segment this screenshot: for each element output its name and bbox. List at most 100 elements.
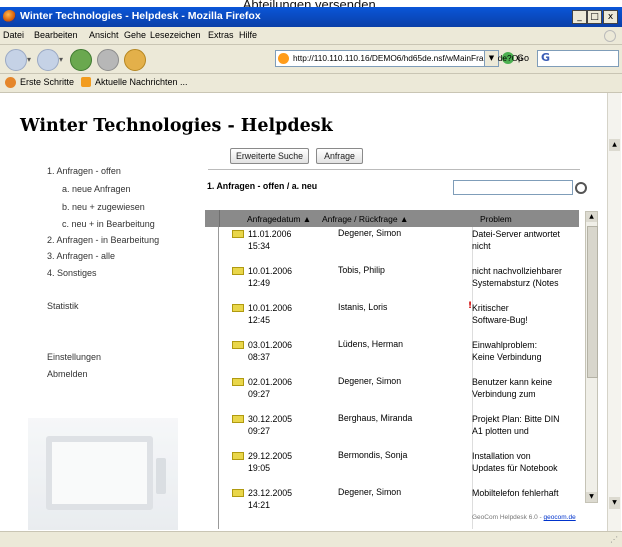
page-title: Winter Technologies - Helpdesk	[20, 116, 333, 136]
menu-ansicht[interactable]: Ansicht	[89, 30, 119, 40]
maximize-button[interactable]: □	[587, 10, 602, 24]
menu-datei[interactable]: Datei	[3, 30, 24, 40]
extended-search-button[interactable]: Erweiterte Suche	[230, 148, 309, 164]
table-row[interactable]: 11.01.2006 15:34 Degener, Simon Datei-Ser…	[220, 227, 582, 264]
row-name: Degener, Simon	[338, 487, 402, 497]
document-icon	[232, 415, 244, 423]
row-problem: Benutzer kann keine Verbindung zum	[472, 377, 553, 399]
table-scroll-thumb[interactable]	[587, 226, 598, 378]
row-date: 11.01.2006 15:34	[248, 229, 292, 251]
row-name: Berghaus, Miranda	[338, 413, 413, 423]
row-date: 30.12.2005 09:27	[248, 414, 293, 436]
table-row[interactable]: 29.12.2005 19:05 Bermondis, Sonja Install…	[220, 449, 582, 486]
bookmark-aktuelle-nachrichten[interactable]: Aktuelle Nachrichten ...	[95, 77, 188, 87]
monitor-illustration	[28, 418, 178, 530]
row-problem: Projekt Plan: Bitte DIN A1 plotten und	[472, 414, 560, 436]
home-icon[interactable]	[124, 49, 146, 71]
table-row[interactable]: 10.01.2006 12:45 Istanis, Loris ! Kritisc…	[220, 301, 582, 338]
google-icon: G	[541, 51, 551, 64]
bookmarks-toolbar: Erste Schritte Aktuelle Nachrichten ...	[0, 73, 622, 93]
row-problem: Einwahlproblem: Keine Verbindung	[472, 340, 542, 362]
row-date: 03.01.2006 08:37	[248, 340, 293, 362]
status-bar: ⋰	[0, 531, 622, 547]
search-box[interactable]: G	[537, 50, 619, 67]
col-anfrage-rueckfrage[interactable]: Anfrage / Rückfrage ▲	[322, 214, 408, 224]
nav-neu-zugewiesen[interactable]: b. neu + zugewiesen	[62, 202, 145, 212]
page-scrollbar[interactable]: ▲ ▼	[607, 93, 621, 531]
nav-neu-in-bearbeitung[interactable]: c. neu + in Bearbeitung	[62, 219, 155, 229]
menu-extras[interactable]: Extras	[208, 30, 234, 40]
col-problem[interactable]: Problem	[480, 214, 512, 224]
row-name: Degener, Simon	[338, 376, 402, 386]
menu-gehe[interactable]: Gehe	[124, 30, 146, 40]
title-bar[interactable]: Winter Technologies - Helpdesk - Mozilla…	[0, 7, 622, 27]
row-problem: nicht nachvollziehbarer Systemabsturz (No…	[472, 266, 562, 288]
table-row[interactable]: 03.01.2006 08:37 Lüdens, Herman Einwahlpr…	[220, 338, 582, 375]
col-anfragedatum[interactable]: Anfragedatum ▲	[247, 214, 311, 224]
row-name: Degener, Simon	[338, 228, 402, 238]
back-dropdown-icon[interactable]: ▾	[27, 55, 31, 64]
menu-bearbeiten[interactable]: Bearbeiten	[34, 30, 78, 40]
document-icon	[232, 304, 244, 312]
row-date: 02.01.2006 09:27	[248, 377, 293, 399]
table-row[interactable]: 02.01.2006 09:27 Degener, Simon Benutzer …	[220, 375, 582, 412]
close-button[interactable]: x	[603, 10, 618, 24]
table-row[interactable]: 30.12.2005 09:27 Berghaus, Miranda Projek…	[220, 412, 582, 449]
bookmark-erste-schritte[interactable]: Erste Schritte	[20, 77, 74, 87]
forward-icon[interactable]	[37, 49, 59, 71]
rss-icon	[81, 77, 91, 87]
stop-icon[interactable]	[97, 49, 119, 71]
row-date: 23.12.2005 14:21	[248, 488, 293, 510]
nav-anfragen-in-bearbeitung[interactable]: 2. Anfragen - in Bearbeitung	[47, 235, 159, 245]
site-favicon	[278, 53, 289, 64]
table-scroll-down-icon[interactable]: ▼	[586, 492, 597, 502]
footer-link[interactable]: geocom.de	[544, 514, 576, 521]
browser-window: Winter Technologies - Helpdesk - Mozilla…	[0, 7, 622, 547]
nav-anfragen-alle[interactable]: 3. Anfragen - alle	[47, 251, 115, 261]
nav-statistik[interactable]: Statistik	[47, 301, 79, 311]
table-scroll-up-icon[interactable]: ▲	[586, 212, 597, 222]
throbber-icon	[604, 30, 616, 42]
section-divider	[208, 169, 580, 170]
document-icon	[232, 267, 244, 275]
row-name: Lüdens, Herman	[338, 339, 404, 349]
menu-bar: Datei Bearbeiten Ansicht Gehe Lesezeiche…	[0, 27, 622, 45]
nav-neue-anfragen[interactable]: a. neue Anfragen	[62, 184, 131, 194]
footer-text: GeoCom Helpdesk 6.0 -	[472, 514, 544, 521]
forward-dropdown-icon[interactable]: ▾	[59, 55, 63, 64]
nav-anfragen-offen[interactable]: 1. Anfragen - offen	[47, 166, 121, 176]
reload-icon[interactable]	[70, 49, 92, 71]
quick-search-input[interactable]	[453, 180, 573, 195]
document-icon	[232, 452, 244, 460]
document-icon	[232, 489, 244, 497]
resize-grip-icon[interactable]: ⋰	[610, 535, 618, 544]
table-row[interactable]: 10.01.2006 12:49 Tobis, Philip nicht nach…	[220, 264, 582, 301]
table-header: Anfragedatum ▲ Anfrage / Rückfrage ▲ Pro…	[205, 210, 579, 227]
url-bar[interactable]: http://110.110.110.16/DEMO6/hd65de.nsf/w…	[275, 50, 523, 67]
row-name: Tobis, Philip	[338, 265, 385, 275]
section-title: 1. Anfragen - offen / a. neu	[207, 181, 318, 191]
menu-lesezeichen[interactable]: Lesezeichen	[150, 30, 201, 40]
search-go-icon[interactable]	[575, 182, 587, 194]
page-scroll-up-icon[interactable]: ▲	[609, 139, 620, 151]
table-scrollbar[interactable]: ▲ ▼	[585, 211, 598, 503]
nav-einstellungen[interactable]: Einstellungen	[47, 352, 101, 362]
table-left-border	[218, 227, 219, 529]
row-name: Istanis, Loris	[338, 302, 388, 312]
row-date: 10.01.2006 12:49	[248, 266, 293, 288]
nav-abmelden[interactable]: Abmelden	[47, 369, 88, 379]
request-button[interactable]: Anfrage	[316, 148, 363, 164]
document-icon	[232, 230, 244, 238]
row-problem: Kritischer Software-Bug!	[472, 303, 528, 325]
document-icon	[232, 341, 244, 349]
row-name: Bermondis, Sonja	[338, 450, 408, 460]
minimize-button[interactable]: _	[572, 10, 587, 24]
nav-sonstiges[interactable]: 4. Sonstiges	[47, 268, 97, 278]
footer: GeoCom Helpdesk 6.0 - geocom.de	[472, 514, 576, 521]
page-scroll-down-icon[interactable]: ▼	[609, 497, 620, 509]
row-date: 29.12.2005 19:05	[248, 451, 293, 473]
url-dropdown-icon[interactable]: ▼	[484, 51, 498, 66]
menu-hilfe[interactable]: Hilfe	[239, 30, 257, 40]
back-icon[interactable]	[5, 49, 27, 71]
firefox-bookmark-icon	[5, 77, 16, 88]
